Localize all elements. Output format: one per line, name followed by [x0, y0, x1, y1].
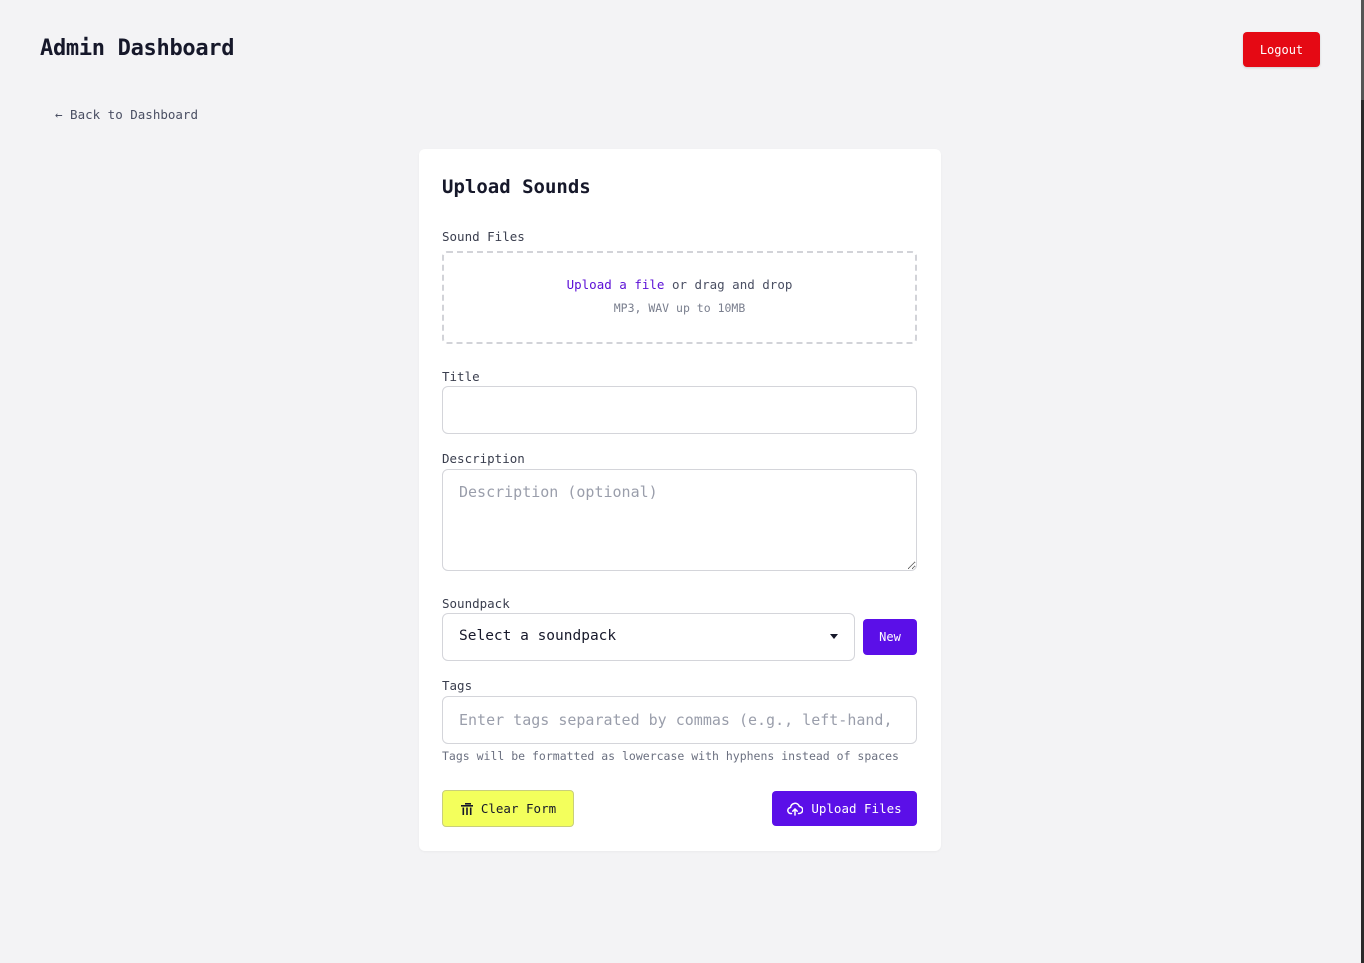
drag-drop-text: or drag and drop: [664, 277, 793, 292]
sound-files-label: Sound Files: [442, 229, 525, 244]
description-textarea[interactable]: [442, 469, 917, 571]
description-label: Description: [442, 451, 525, 466]
trash-icon: [460, 802, 474, 816]
cloud-upload-icon: [787, 801, 804, 817]
soundpack-select[interactable]: Select a soundpack: [442, 613, 855, 661]
upload-files-button[interactable]: Upload Files: [772, 791, 917, 826]
app-title: Admin Dashboard: [40, 36, 235, 61]
dropzone-instructions: Upload a file or drag and drop: [444, 277, 915, 292]
tags-label: Tags: [442, 678, 473, 693]
title-label: Title: [442, 369, 480, 384]
upload-file-link[interactable]: Upload a file: [567, 277, 665, 292]
chevron-down-icon: [830, 634, 838, 639]
clear-form-button[interactable]: Clear Form: [442, 790, 574, 827]
accepted-formats-text: MP3, WAV up to 10MB: [613, 301, 746, 315]
upload-files-label: Upload Files: [811, 801, 902, 816]
file-dropzone[interactable]: Upload a file or drag and drop MP3, WAV …: [442, 251, 917, 344]
soundpack-selected-value: Select a soundpack: [459, 628, 617, 644]
upload-sounds-card: Upload Sounds Sound Files Upload a file …: [419, 149, 941, 851]
tags-hint: Tags will be formatted as lowercase with…: [442, 749, 899, 763]
top-header: Admin Dashboard Logout: [0, 0, 1364, 100]
back-to-dashboard-link[interactable]: ← Back to Dashboard: [55, 107, 198, 122]
new-soundpack-button[interactable]: New: [863, 619, 917, 655]
logout-button[interactable]: Logout: [1243, 32, 1320, 67]
soundpack-label: Soundpack: [442, 596, 510, 611]
tags-input[interactable]: [442, 696, 917, 744]
title-input[interactable]: [442, 386, 917, 434]
page-title: Upload Sounds: [442, 176, 591, 198]
clear-form-label: Clear Form: [480, 801, 557, 816]
